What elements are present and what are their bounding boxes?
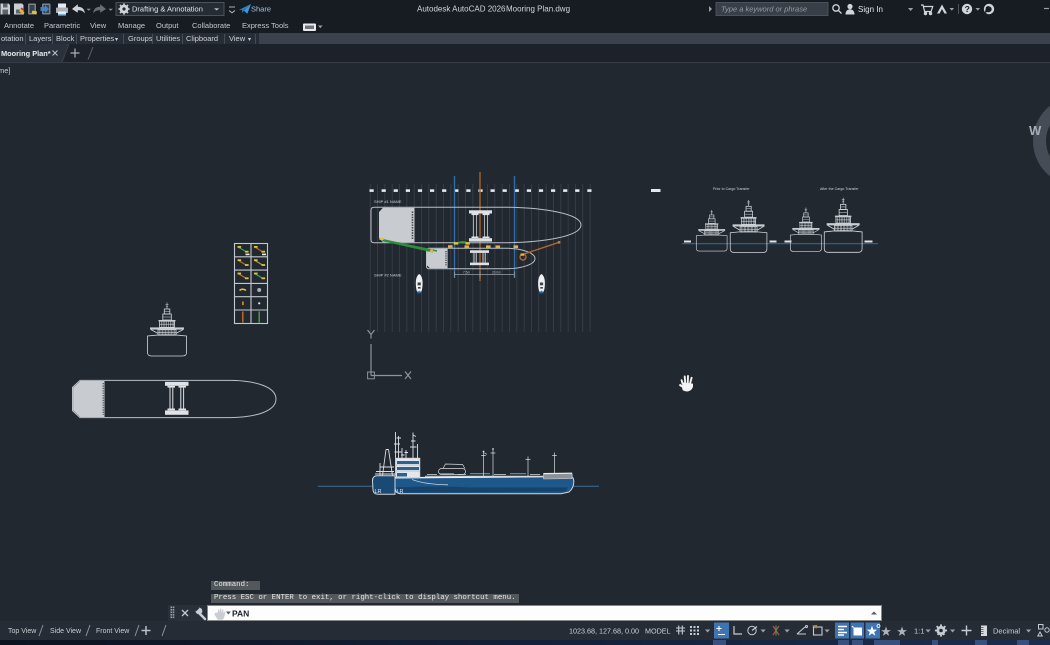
svg-text:20.0m: 20.0m bbox=[492, 271, 501, 275]
svg-text:me]: me] bbox=[0, 66, 11, 75]
svg-text:7.5m: 7.5m bbox=[463, 271, 470, 275]
svg-text:Type a keyword or phrase: Type a keyword or phrase bbox=[721, 5, 807, 14]
svg-text:LR: LR bbox=[397, 489, 404, 495]
svg-text:W: W bbox=[1029, 123, 1042, 138]
svg-text:After the Cargo Transfer: After the Cargo Transfer bbox=[820, 187, 859, 191]
svg-text:Drafting & Annotation: Drafting & Annotation bbox=[132, 5, 203, 14]
svg-text:?: ? bbox=[965, 4, 970, 14]
svg-text:Sign In: Sign In bbox=[858, 5, 883, 14]
svg-text:Decimal: Decimal bbox=[993, 627, 1020, 636]
svg-text:Mooring Plan.dwg: Mooring Plan.dwg bbox=[506, 5, 570, 14]
svg-text:PAN: PAN bbox=[232, 609, 249, 619]
svg-text:Mooring Plan*: Mooring Plan* bbox=[1, 49, 51, 58]
svg-text:LR: LR bbox=[375, 489, 382, 495]
svg-text:SHIP #1 NAME: SHIP #1 NAME bbox=[374, 199, 402, 204]
svg-text:SHIP #2 NAME: SHIP #2 NAME bbox=[374, 273, 402, 278]
svg-text:Autodesk AutoCAD 2026: Autodesk AutoCAD 2026 bbox=[417, 5, 506, 14]
svg-text:Prior to Cargo Transfer: Prior to Cargo Transfer bbox=[713, 187, 750, 191]
svg-text:Share: Share bbox=[251, 5, 271, 14]
svg-text:1:1: 1:1 bbox=[914, 627, 924, 636]
svg-text:MODEL: MODEL bbox=[645, 627, 671, 636]
svg-text:1023.68, 127.68, 0.00: 1023.68, 127.68, 0.00 bbox=[569, 627, 639, 636]
